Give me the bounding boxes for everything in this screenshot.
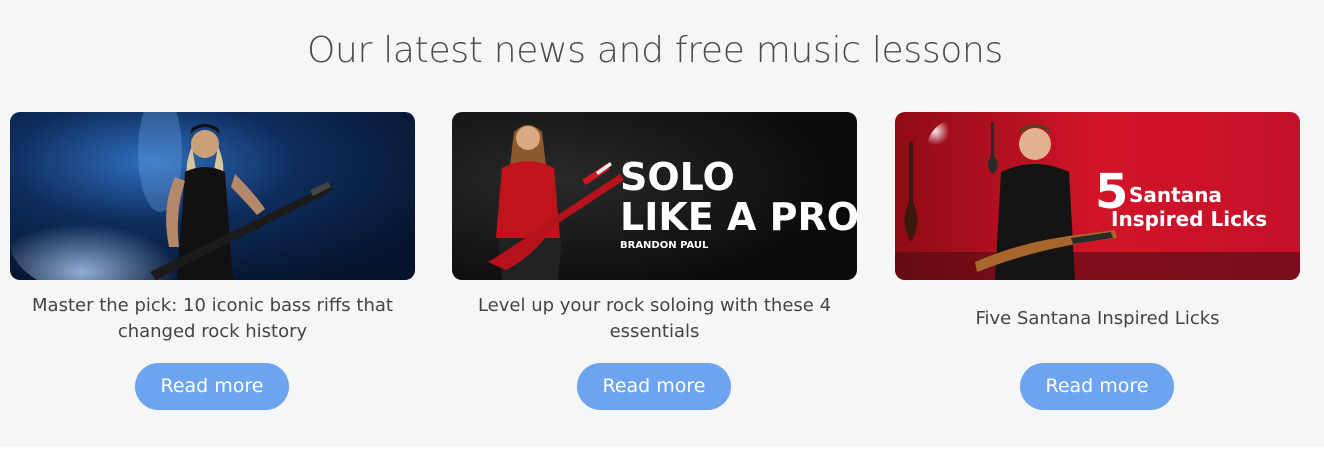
inspired-licks-text: Inspired Licks	[1111, 207, 1267, 231]
read-more-button[interactable]: Read more	[1020, 363, 1174, 410]
section-title: Our latest news and free music lessons	[307, 30, 1003, 71]
solo-text: SOLO	[620, 155, 735, 199]
read-more-button[interactable]: Read more	[135, 363, 289, 410]
card-title[interactable]: Five Santana Inspired Licks	[895, 293, 1300, 345]
news-card-rock-soloing[interactable]: SOLO LIKE A PRO BRANDON PAUL Level up yo…	[452, 112, 857, 412]
card-image-santana-licks[interactable]: 5 Santana Inspired Licks	[895, 112, 1300, 280]
card-image-bassist[interactable]	[10, 112, 415, 280]
news-card-bass-riffs[interactable]: Master the pick: 10 iconic bass riffs th…	[10, 112, 415, 412]
brandon-paul-caption: BRANDON PAUL	[620, 240, 709, 251]
card-image-solo-like-a-pro[interactable]: SOLO LIKE A PRO BRANDON PAUL	[452, 112, 857, 280]
card-title[interactable]: Level up your rock soloing with these 4 …	[452, 293, 857, 345]
santana-text: Santana	[1129, 183, 1222, 207]
news-card-santana-licks[interactable]: 5 Santana Inspired Licks Five Santana In…	[895, 112, 1300, 412]
like-a-pro-text: LIKE A PRO	[620, 195, 857, 239]
read-more-button[interactable]: Read more	[577, 363, 731, 410]
news-section: Our latest news and free music lessons M…	[0, 0, 1324, 447]
card-title[interactable]: Master the pick: 10 iconic bass riffs th…	[10, 293, 415, 345]
